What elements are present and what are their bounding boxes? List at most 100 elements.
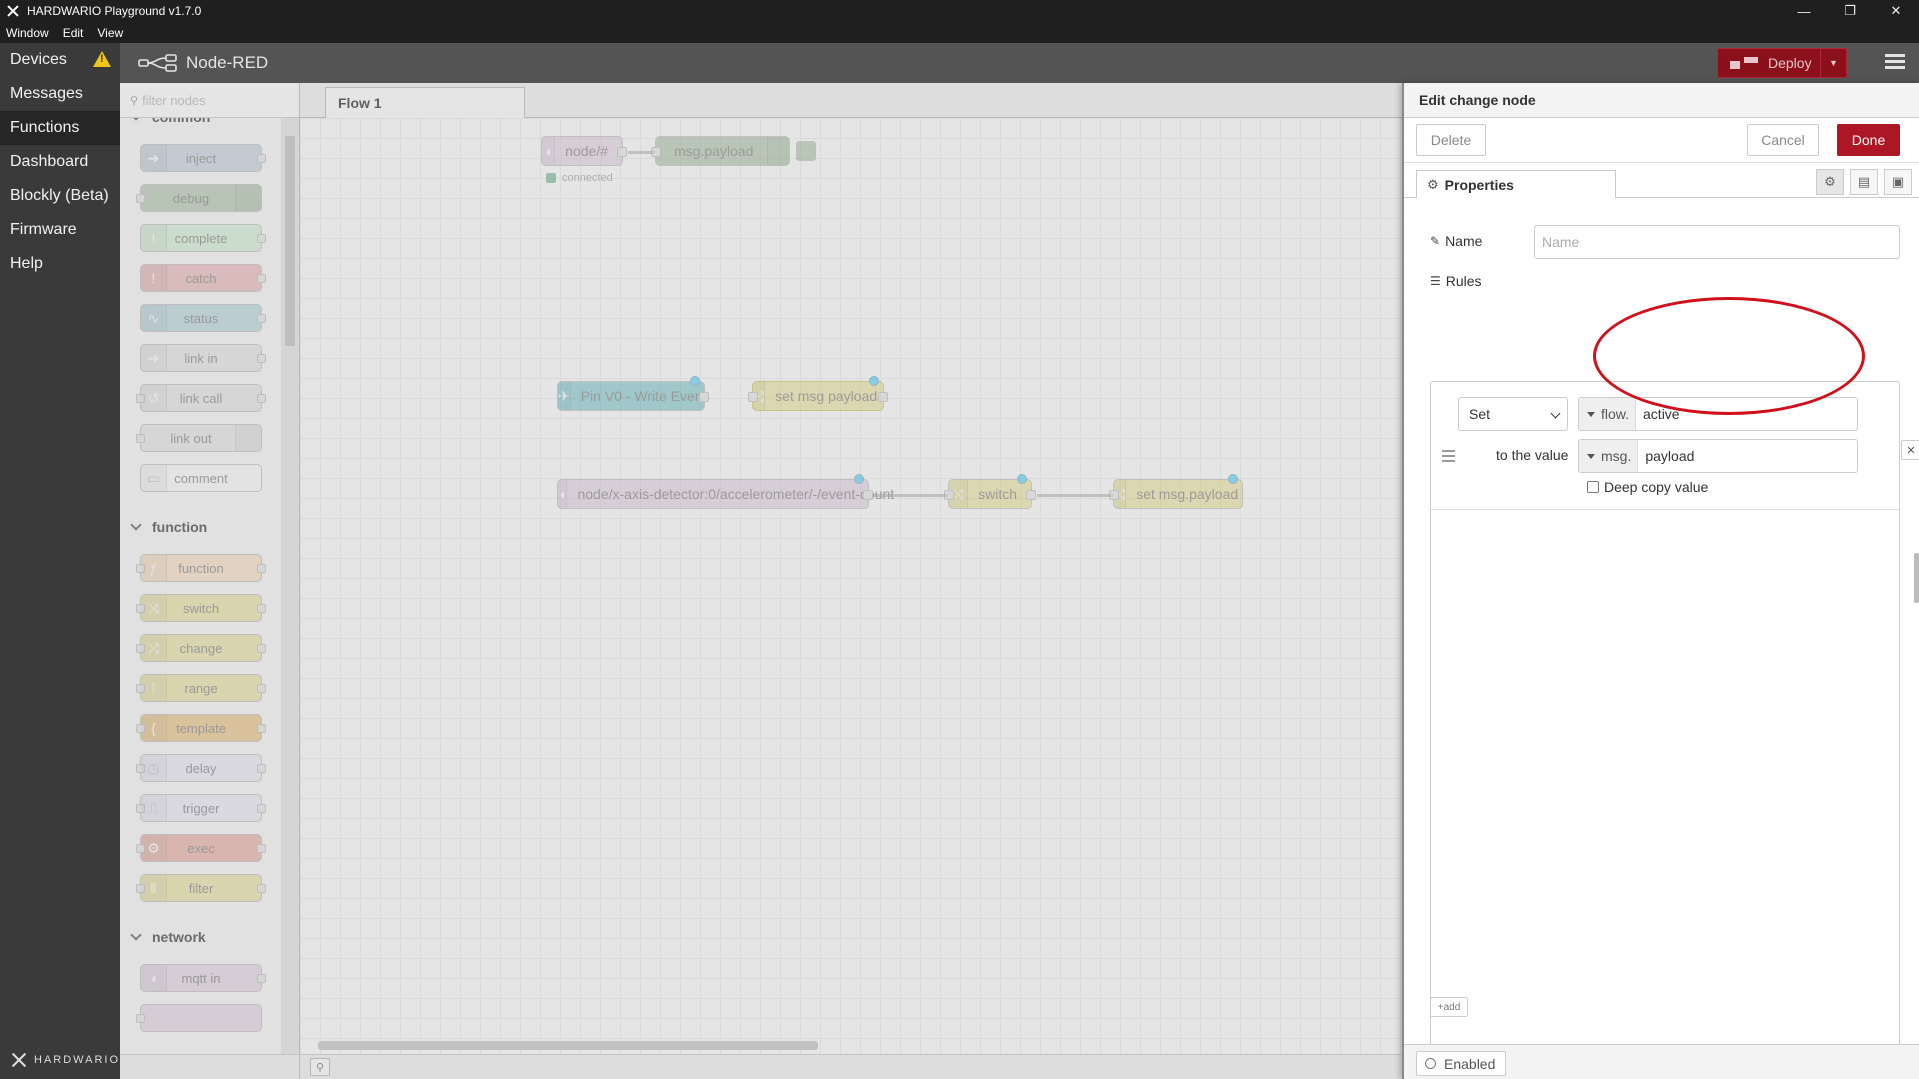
nav-item-help[interactable]: Help xyxy=(0,247,120,281)
gear-icon: ⚙ xyxy=(1427,176,1439,192)
search-flows-icon[interactable]: ⚲ xyxy=(310,1058,330,1076)
template-icon: { xyxy=(141,715,167,741)
palette-node-catch[interactable]: ! catch xyxy=(140,264,266,292)
palette-node-link-call[interactable]: ↺ link call xyxy=(136,384,266,412)
cancel-button[interactable]: Cancel xyxy=(1747,124,1819,156)
flow-node-mqtt-in-1[interactable]: ◖ node/# xyxy=(541,136,627,166)
nav-item-label: Help xyxy=(10,255,43,272)
palette-filter-input[interactable]: ⚲ filter nodes xyxy=(120,83,299,118)
flow-workspace: Flow 1 ◖ node/# connected msg.payload ✈ Pi… xyxy=(300,83,1402,1079)
deep-copy-checkbox[interactable]: Deep copy value xyxy=(1587,479,1708,495)
flow-node-pin-event[interactable]: ✈ Pin V0 - Write Event xyxy=(557,376,709,411)
workspace-hscrollbar[interactable] xyxy=(318,1041,818,1050)
palette-category-common[interactable]: common xyxy=(120,118,282,132)
switch-icon: ⤨ xyxy=(141,595,167,621)
node-properties-icon[interactable]: ⚙ xyxy=(1816,169,1844,195)
palette-node-status[interactable]: ∿ status xyxy=(140,304,266,332)
drag-handle-icon[interactable] xyxy=(1442,450,1455,465)
tab-flow-1[interactable]: Flow 1 xyxy=(325,87,525,118)
palette-node-comment[interactable]: ▭ comment xyxy=(140,464,262,492)
node-description-icon[interactable]: ▤ xyxy=(1850,169,1878,195)
palette-node-inject[interactable]: ➜ inject xyxy=(140,144,266,172)
palette-node-delay[interactable]: ◷ delay xyxy=(136,754,266,782)
main-menu-icon[interactable] xyxy=(1885,54,1905,70)
deploy-button[interactable]: Deploy ▼ xyxy=(1717,48,1847,78)
workspace-footer: ⚲ xyxy=(300,1041,1402,1079)
status-icon: ∿ xyxy=(141,305,167,331)
palette-node-mqtt-out[interactable] xyxy=(136,1004,262,1032)
nav-item-dashboard[interactable]: Dashboard xyxy=(0,145,120,179)
deploy-icon xyxy=(1730,57,1760,69)
palette-node-function[interactable]: ƒ function xyxy=(136,554,266,582)
palette-scrollbar[interactable] xyxy=(281,118,299,1054)
palette-scroll-thumb[interactable] xyxy=(285,136,295,346)
minimize-icon[interactable]: — xyxy=(1781,0,1827,22)
search-icon: ⚲ xyxy=(130,94,139,107)
palette-node-trigger[interactable]: ⎍ trigger xyxy=(136,794,266,822)
flow-node-debug-1[interactable]: msg.payload xyxy=(651,136,790,166)
done-button[interactable]: Done xyxy=(1837,124,1900,156)
menu-window[interactable]: Window xyxy=(6,26,49,40)
flow-node-change-1[interactable]: ⤮ set msg payload xyxy=(748,376,888,411)
nav-item-devices[interactable]: Devices xyxy=(0,43,120,77)
link-call-icon: ↺ xyxy=(141,385,167,411)
rule-target-input[interactable]: flow. active xyxy=(1578,397,1858,431)
edit-change-node-tray: Edit change node Delete Cancel Done ⚙ Pro… xyxy=(1402,83,1919,1079)
nav-item-messages[interactable]: Messages xyxy=(0,77,120,111)
list-icon: ☰ xyxy=(1430,274,1441,288)
name-input[interactable]: Name xyxy=(1534,225,1900,259)
node-appearance-icon[interactable]: ▣ xyxy=(1884,169,1912,195)
palette-node-range[interactable]: ⁞ range xyxy=(136,674,266,702)
palette-node-link-in[interactable]: ➜ link in xyxy=(140,344,266,372)
node-palette: ⚲ filter nodes common ➜inject debug !com… xyxy=(120,83,300,1079)
rule-source-input[interactable]: msg. payload xyxy=(1578,439,1858,473)
node-status: connected xyxy=(546,172,613,184)
nav-item-blockly[interactable]: Blockly (Beta) xyxy=(0,179,120,213)
enabled-toggle-button[interactable]: Enabled xyxy=(1416,1051,1506,1076)
name-label: ✎ Name xyxy=(1430,233,1483,249)
nav-item-label: Dashboard xyxy=(10,153,89,170)
tab-properties[interactable]: ⚙ Properties xyxy=(1416,170,1616,199)
flow-node-mqtt-in-2[interactable]: ◖ node/x-axis-detector:0/accelerometer/-/… xyxy=(557,474,894,509)
palette-node-change[interactable]: ⤮ change xyxy=(136,634,266,662)
deploy-menu-button[interactable]: ▼ xyxy=(1820,49,1846,77)
nav-item-firmware[interactable]: Firmware xyxy=(0,213,120,247)
menu-edit[interactable]: Edit xyxy=(63,26,84,40)
rule-action-select[interactable]: Set xyxy=(1458,397,1568,431)
source-value: payload xyxy=(1645,448,1695,464)
debug-toggle-button[interactable] xyxy=(796,141,816,161)
palette-node-complete[interactable]: ! complete xyxy=(140,224,266,252)
palette-node-link-out[interactable]: link out xyxy=(136,424,262,452)
menu-view[interactable]: View xyxy=(97,26,123,40)
remove-rule-button[interactable]: ✕ xyxy=(1901,440,1919,460)
workspace-tabs: Flow 1 xyxy=(300,83,1402,118)
palette-node-template[interactable]: {template xyxy=(136,714,266,742)
palette-node-exec[interactable]: ⚙ exec xyxy=(136,834,266,862)
add-rule-button[interactable]: + add xyxy=(1430,997,1468,1017)
delete-button[interactable]: Delete xyxy=(1416,124,1486,156)
checkbox[interactable] xyxy=(1587,481,1599,493)
changed-indicator xyxy=(854,474,864,484)
rules-list: Set flow. active to the value msg. paylo… xyxy=(1430,381,1919,1079)
changed-indicator xyxy=(690,376,700,386)
palette-category-network[interactable]: network xyxy=(120,922,282,952)
target-type-button[interactable]: flow. xyxy=(1579,398,1637,430)
debug-icon xyxy=(767,137,789,165)
palette-node-switch[interactable]: ⤨ switch xyxy=(136,594,266,622)
palette-node-mqtt-in[interactable]: ◖ mqtt in xyxy=(140,964,266,992)
palette-node-filter[interactable]: ⫴ filter xyxy=(136,874,266,902)
source-type-button[interactable]: msg. xyxy=(1579,440,1639,472)
rule-row: Set flow. active to the value msg. paylo… xyxy=(1431,382,1919,510)
flow-wire xyxy=(874,494,948,497)
palette-node-debug[interactable]: debug xyxy=(136,184,262,212)
tray-resize-handle[interactable] xyxy=(1914,553,1919,603)
flow-canvas[interactable]: ◖ node/# connected msg.payload ✈ Pin V0 - … xyxy=(300,118,1402,1054)
flow-node-change-2[interactable]: ⤮ set msg.payload xyxy=(1109,474,1243,509)
nav-item-functions[interactable]: Functions xyxy=(0,111,120,145)
flow-node-switch-1[interactable]: ⤨ switch xyxy=(944,474,1036,509)
close-icon[interactable]: ✕ xyxy=(1873,0,1919,22)
maximize-icon[interactable]: ❐ xyxy=(1827,0,1873,22)
palette-category-function[interactable]: function xyxy=(120,512,282,542)
gear-icon: ⚙ xyxy=(141,835,167,861)
properties-tabs: ⚙ Properties ⚙ ▤ ▣ xyxy=(1404,163,1919,199)
